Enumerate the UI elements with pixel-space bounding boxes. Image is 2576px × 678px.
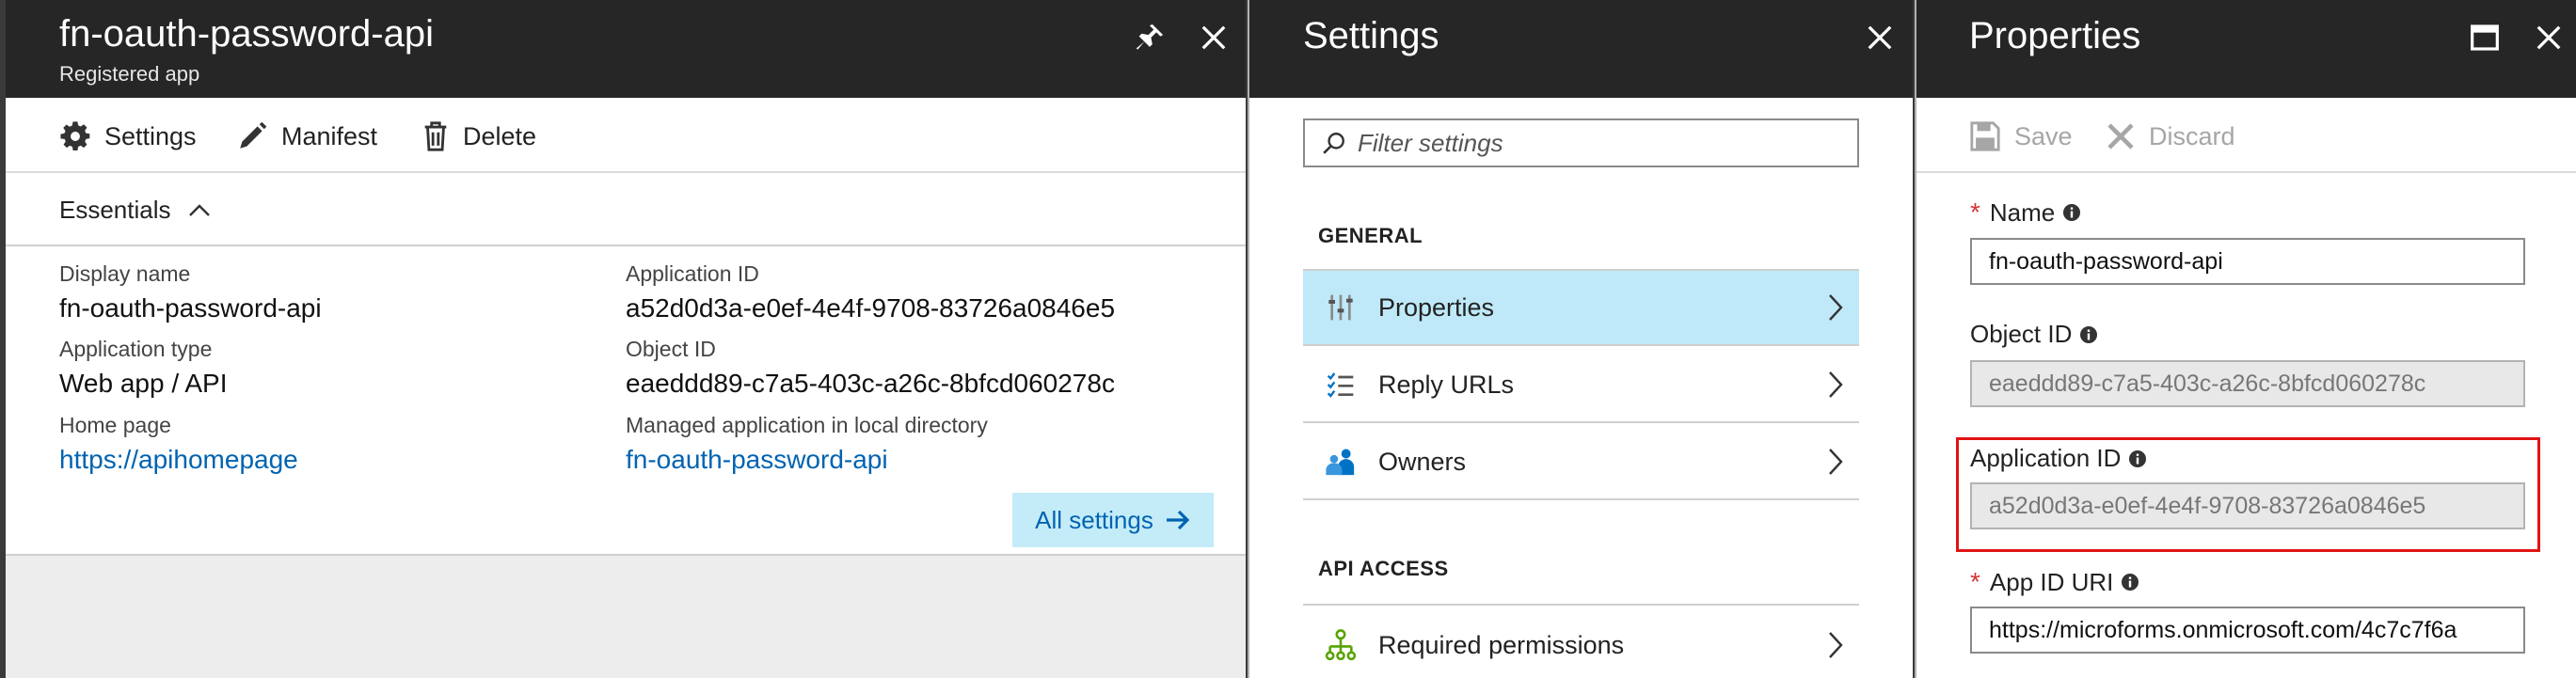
app-id-uri-label-text: App ID URI xyxy=(1989,567,2114,596)
display-name-label: Display name xyxy=(59,261,191,286)
command-bar: Save Discard xyxy=(1916,98,2576,173)
application-id-label-text: Application ID xyxy=(1970,444,2122,472)
properties-sliders-icon xyxy=(1324,291,1358,324)
object-id-label: Object ID xyxy=(1970,320,2098,349)
divider xyxy=(1303,604,1859,606)
blade-title: fn-oauth-password-api xyxy=(59,13,434,55)
object-id-value: eaeddd89-c7a5-403c-a26c-8bfcd060278c xyxy=(626,369,1115,398)
application-id-field[interactable] xyxy=(1970,482,2525,529)
trash-icon xyxy=(424,121,447,151)
required-asterisk: * xyxy=(1970,567,1980,596)
pin-icon[interactable] xyxy=(1131,19,1169,56)
command-bar: Settings Manifest Delete xyxy=(6,98,1246,173)
registered-app-blade: fn-oauth-password-api Registered app Set… xyxy=(6,0,1246,678)
all-settings-button[interactable]: All settings xyxy=(1012,493,1214,547)
all-settings-label: All settings xyxy=(1035,505,1153,534)
chevron-right-icon xyxy=(1829,294,1843,321)
settings-blade: Settings GENERAL Properties Reply URLs O… xyxy=(1249,0,1913,678)
menu-item-owners[interactable]: Owners xyxy=(1303,425,1859,500)
blade-header: Properties xyxy=(1916,0,2576,98)
close-icon[interactable] xyxy=(2530,19,2568,56)
object-id-label-text: Object ID xyxy=(1970,320,2073,348)
essentials-toggle[interactable]: Essentials xyxy=(59,196,211,225)
home-page-link[interactable]: https://apihomepage xyxy=(59,445,298,475)
save-icon xyxy=(1970,121,2000,151)
info-icon xyxy=(2080,325,2098,343)
filter-settings-input[interactable] xyxy=(1358,128,1847,158)
essentials-label: Essentials xyxy=(59,196,171,224)
discard-button[interactable]: Discard xyxy=(2106,118,2235,155)
delete-button[interactable]: Delete xyxy=(421,118,536,155)
app-id-uri-label: * App ID URI xyxy=(1970,567,2139,597)
chevron-right-icon xyxy=(1829,449,1843,475)
managed-app-label: Managed application in local directory xyxy=(626,413,988,437)
manifest-button[interactable]: Manifest xyxy=(236,118,377,155)
discard-button-label: Discard xyxy=(2149,121,2235,150)
application-id-value: a52d0d3a-e0ef-4e4f-9708-83726a0846e5 xyxy=(626,293,1116,323)
discard-x-icon xyxy=(2107,123,2134,150)
info-icon xyxy=(2122,574,2139,591)
info-icon xyxy=(2063,204,2081,221)
object-id-label: Object ID xyxy=(626,337,716,361)
display-name-value: fn-oauth-password-api xyxy=(59,293,322,323)
name-input[interactable] xyxy=(1970,238,2525,285)
gear-icon xyxy=(60,121,90,151)
menu-item-label: Reply URLs xyxy=(1378,370,1515,399)
application-type-label: Application type xyxy=(59,337,213,361)
blade-empty-area xyxy=(6,554,1246,678)
home-page-label: Home page xyxy=(59,413,171,437)
manifest-button-label: Manifest xyxy=(281,121,378,150)
properties-blade: Properties Save Discard * Name Object ID… xyxy=(1916,0,2576,678)
object-id-field[interactable] xyxy=(1970,360,2525,407)
menu-item-reply-urls[interactable]: Reply URLs xyxy=(1303,348,1859,423)
checklist-icon xyxy=(1324,368,1358,402)
name-label: * Name xyxy=(1970,197,2081,228)
name-label-text: Name xyxy=(1989,197,2056,227)
menu-item-label: Owners xyxy=(1378,447,1467,476)
menu-item-label: Properties xyxy=(1378,292,1495,322)
general-section-header: GENERAL xyxy=(1318,224,1423,247)
close-icon[interactable] xyxy=(1861,19,1899,56)
app-id-uri-input[interactable] xyxy=(1970,607,2525,654)
menu-item-required-permissions[interactable]: Required permissions xyxy=(1303,607,1859,678)
hierarchy-icon xyxy=(1324,628,1358,662)
essentials-header: Essentials xyxy=(6,175,1246,246)
settings-button-label: Settings xyxy=(104,121,197,150)
api-access-section-header: API ACCESS xyxy=(1318,557,1449,580)
blade-title: Properties xyxy=(1969,15,2141,56)
managed-app-link[interactable]: fn-oauth-password-api xyxy=(626,445,888,475)
application-type-value: Web app / API xyxy=(59,369,228,398)
menu-item-properties[interactable]: Properties xyxy=(1303,271,1859,346)
search-icon xyxy=(1323,133,1344,154)
delete-button-label: Delete xyxy=(463,121,537,150)
blade-header: Settings xyxy=(1249,0,1913,98)
arrow-right-icon xyxy=(1166,510,1190,530)
chevron-right-icon xyxy=(1829,371,1843,398)
close-icon[interactable] xyxy=(1195,19,1232,56)
save-button-label: Save xyxy=(2014,121,2073,150)
info-icon xyxy=(2129,449,2147,467)
menu-item-label: Required permissions xyxy=(1378,630,1625,659)
application-id-label: Application ID xyxy=(1970,444,2147,473)
blade-title: Settings xyxy=(1303,15,1439,56)
blade-header: fn-oauth-password-api Registered app xyxy=(6,0,1246,98)
filter-settings-box[interactable] xyxy=(1303,118,1859,167)
save-button[interactable]: Save xyxy=(1969,118,2073,155)
users-icon xyxy=(1324,445,1358,479)
application-id-label: Application ID xyxy=(626,261,759,286)
blade-subtitle: Registered app xyxy=(59,62,200,86)
chevron-right-icon xyxy=(1829,632,1843,658)
chevron-up-icon xyxy=(188,203,210,216)
settings-button[interactable]: Settings xyxy=(59,118,197,155)
pencil-icon xyxy=(240,121,267,149)
maximize-icon[interactable] xyxy=(2466,19,2504,56)
required-asterisk: * xyxy=(1970,197,1980,227)
